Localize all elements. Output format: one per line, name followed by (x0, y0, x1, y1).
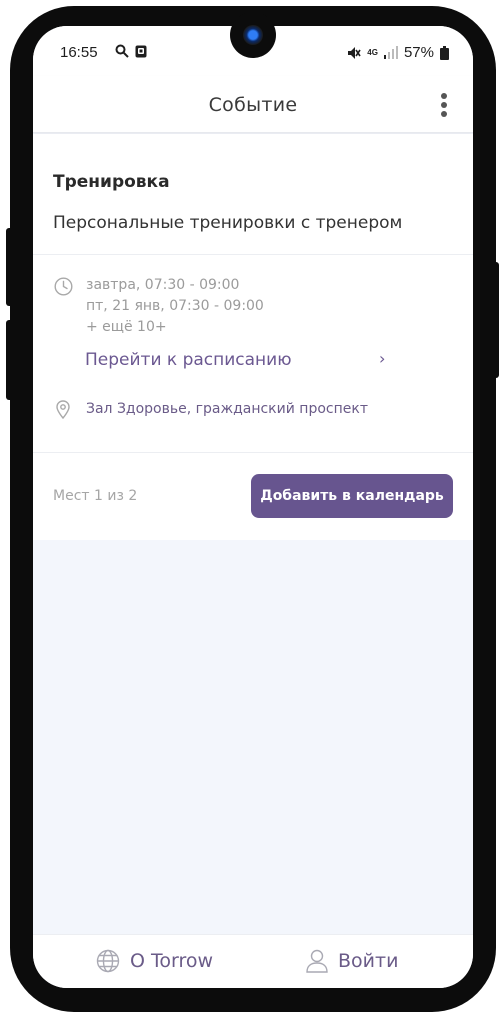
power-button-right (492, 262, 499, 378)
more-dates[interactable]: + ещё 10+ (86, 317, 264, 338)
volume-button (6, 228, 14, 306)
date-line: завтра, 07:30 - 09:00 (86, 277, 240, 293)
more-options-icon[interactable] (439, 93, 449, 119)
nav-about-label: О Torrow (130, 950, 214, 972)
event-location[interactable]: Зал Здоровье, гражданский проспект (86, 401, 368, 417)
search-icon (115, 44, 129, 58)
app-header: Событие (33, 76, 473, 133)
notification-icon (135, 45, 147, 57)
network-type-label: 4G (367, 47, 378, 57)
front-camera (230, 12, 276, 58)
status-time: 16:55 (60, 44, 98, 61)
nav-login[interactable]: Войти (306, 949, 398, 973)
seats-count: Мест 1 из 2 (53, 488, 138, 504)
battery-percent: 57% (403, 44, 434, 61)
event-dates: завтра, 07:30 - 09:00 пт, 21 янв, 07:30 … (86, 275, 264, 338)
globe-icon (96, 949, 120, 973)
signal-icon (383, 46, 398, 59)
power-button-left (6, 320, 14, 400)
user-icon (306, 949, 328, 973)
phone-screen: 16:55 4G 57% Событие Тренировка Персонал… (33, 26, 473, 988)
bottom-nav: О Torrow Войти (33, 934, 473, 988)
location-pin-icon (56, 400, 70, 419)
event-type: Тренировка (53, 172, 170, 192)
event-title: Персональные тренировки с тренером (53, 213, 403, 233)
date-line: пт, 21 янв, 07:30 - 09:00 (86, 298, 264, 314)
chevron-right-icon[interactable]: › (379, 349, 385, 368)
battery-icon (440, 45, 449, 60)
nav-about[interactable]: О Torrow (96, 949, 213, 973)
schedule-link[interactable]: Перейти к расписанию (85, 350, 292, 370)
mute-icon (348, 46, 361, 59)
divider (33, 254, 473, 255)
page-title: Событие (208, 94, 298, 116)
clock-icon (54, 277, 73, 296)
event-card: Тренировка Персональные тренировки с тре… (33, 134, 473, 540)
nav-login-label: Войти (338, 950, 399, 972)
divider (33, 452, 473, 453)
add-to-calendar-button[interactable]: Добавить в календарь (251, 474, 453, 518)
